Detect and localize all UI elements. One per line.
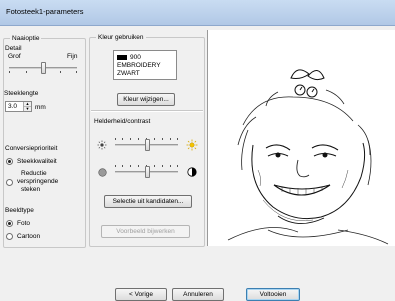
stitch-length-label: Steeklengte (4, 90, 39, 97)
color-code: 900 (130, 54, 141, 61)
contrast-high-icon (187, 167, 197, 177)
contrast-low-icon (98, 168, 107, 177)
image-type-label: Beeldtype (5, 207, 34, 214)
priority-radio-quality[interactable] (6, 158, 13, 165)
color-swatch (117, 55, 127, 60)
finish-button[interactable]: Voltooien (246, 288, 300, 301)
image-type-radio-cartoon[interactable] (6, 233, 13, 240)
photo-preview (207, 30, 395, 246)
priority-label: Conversieprioriteit (5, 145, 58, 152)
detail-label: Detail (5, 45, 22, 52)
kleur-caption: Kleur gebruiken (96, 33, 146, 42)
detail-slider[interactable] (9, 62, 77, 74)
priority-option-reduction-line1[interactable]: Reductie (21, 170, 47, 178)
change-color-button[interactable]: Kleur wijzigen... (117, 93, 175, 106)
contrast-slider[interactable] (115, 165, 178, 178)
portrait-sketch-image (208, 30, 395, 246)
title-bar: Fotosteek1-parameters (0, 0, 395, 26)
priority-option-reduction-line2[interactable]: verspringende (17, 178, 58, 186)
fine-label: Fijn (67, 53, 78, 60)
stitch-length-unit: mm (35, 104, 46, 111)
stitch-length-value: 3.0 (8, 103, 18, 110)
brightness-slider[interactable] (115, 138, 178, 151)
sun-bright-icon (186, 139, 198, 151)
select-candidates-button[interactable]: Selectie uit kandidaten... (104, 195, 192, 208)
naaioptie-caption: Naaioptie (10, 34, 42, 43)
priority-option-quality[interactable]: Steekkwaliteit (17, 158, 57, 166)
color-listbox[interactable]: 900 EMBROIDERY ZWART (113, 50, 177, 80)
stitch-length-spinner[interactable]: 3.0 ▲ ▼ (5, 101, 32, 112)
window-title: Fotosteek1-parameters (6, 7, 84, 16)
brightness-contrast-label: Helderheid/contrast (94, 118, 151, 125)
detail-slider-thumb[interactable] (41, 62, 46, 74)
brightness-slider-thumb[interactable] (144, 139, 150, 151)
dialog-window: Fotosteek1-parameters Naaioptie Detail G… (0, 0, 395, 301)
color-name: ZWART (117, 70, 140, 77)
color-brand: EMBROIDERY (117, 62, 161, 69)
priority-radio-reduction[interactable] (6, 179, 13, 186)
stitch-length-arrows[interactable]: ▲ ▼ (23, 102, 31, 111)
sun-dim-icon (97, 140, 107, 150)
image-type-radio-photo[interactable] (6, 220, 13, 227)
contrast-slider-thumb[interactable] (144, 166, 150, 178)
image-type-option-photo[interactable]: Foto (17, 220, 30, 228)
cancel-button[interactable]: Annuleren (172, 288, 224, 301)
edit-preview-button[interactable]: Voorbeeld bijwerken (101, 225, 190, 238)
coarse-label: Grof (8, 53, 21, 60)
image-type-option-cartoon[interactable]: Cartoon (17, 233, 40, 241)
kleur-separator (91, 110, 203, 112)
back-button[interactable]: < Vorige (115, 288, 167, 301)
spin-down-icon[interactable]: ▼ (24, 106, 31, 111)
priority-option-reduction-line3[interactable]: steken (21, 186, 40, 194)
